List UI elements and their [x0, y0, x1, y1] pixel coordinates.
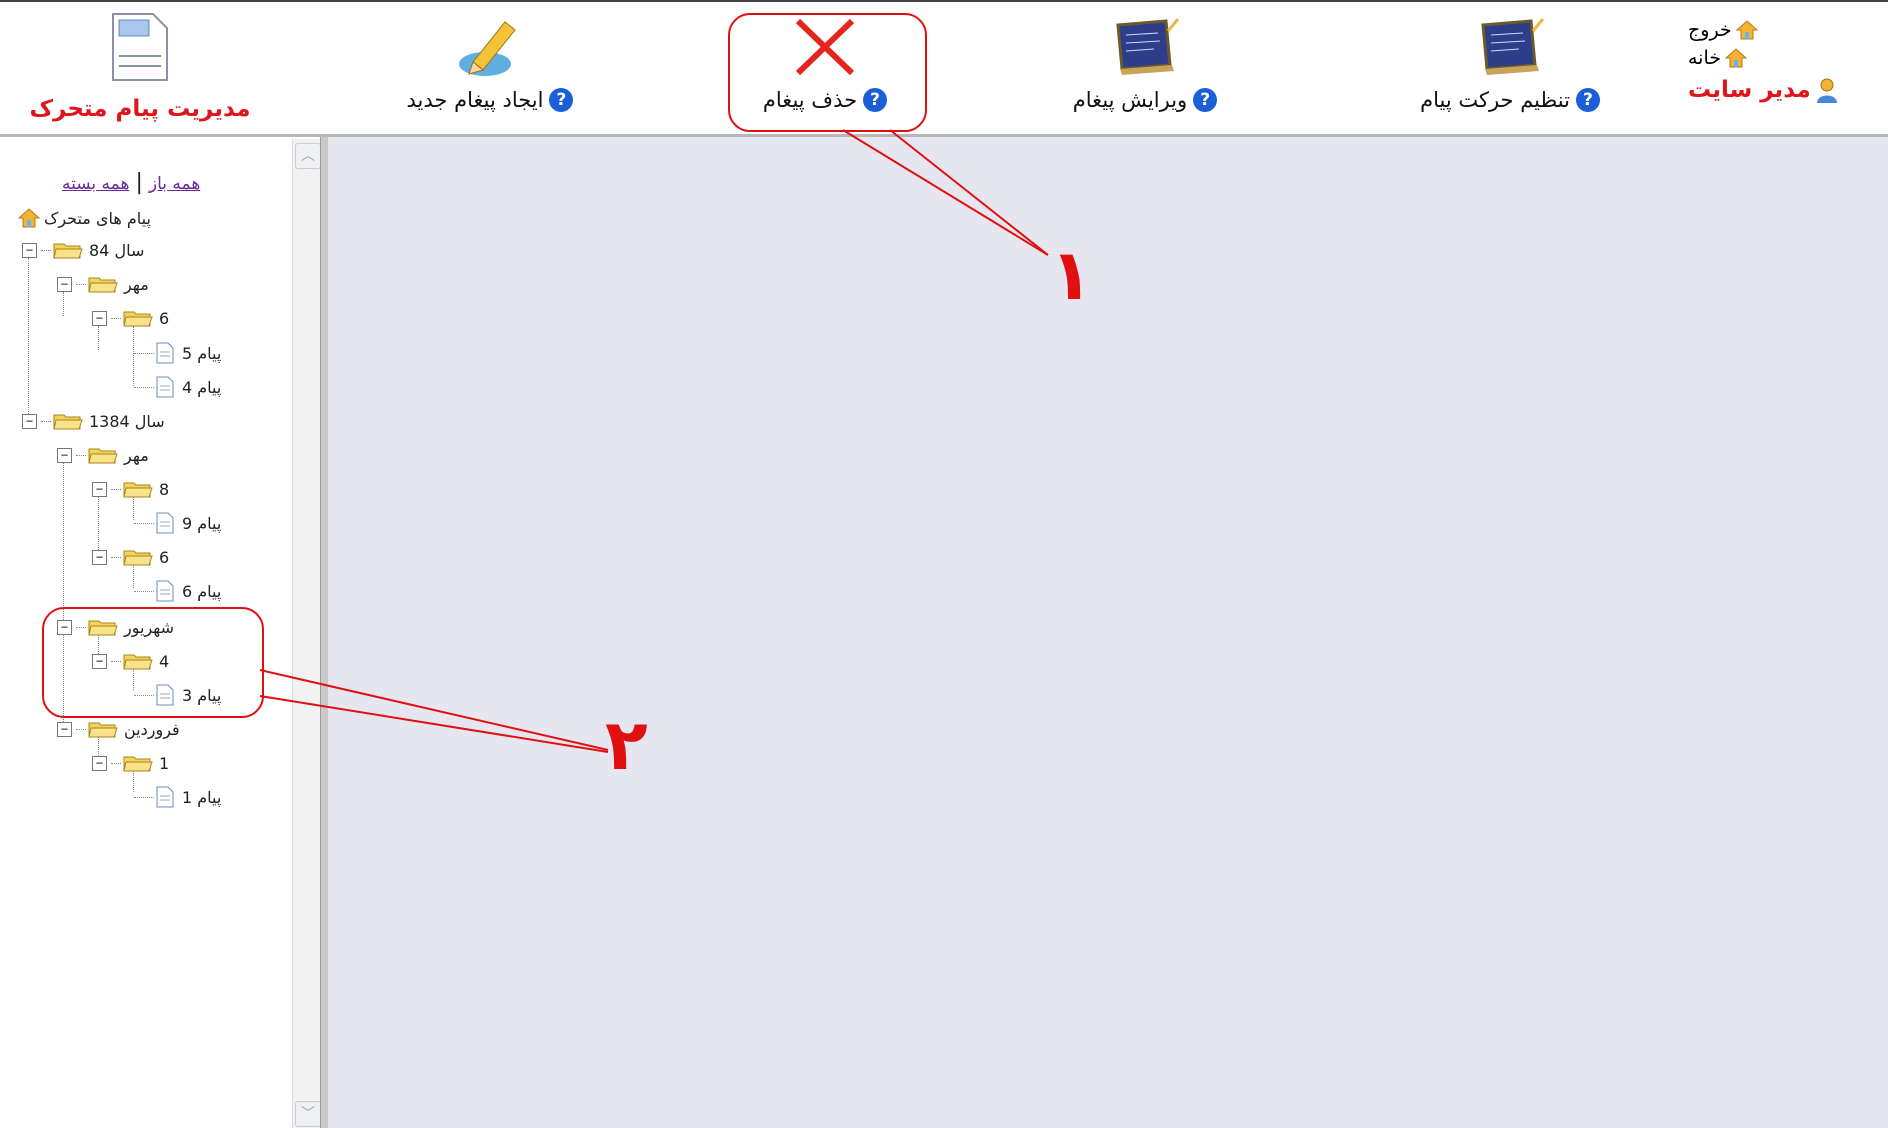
annotation-number-1: ۱ — [1050, 234, 1093, 316]
annotation-number-2: ۲ — [605, 704, 648, 786]
callout-lines — [259, 129, 1049, 753]
